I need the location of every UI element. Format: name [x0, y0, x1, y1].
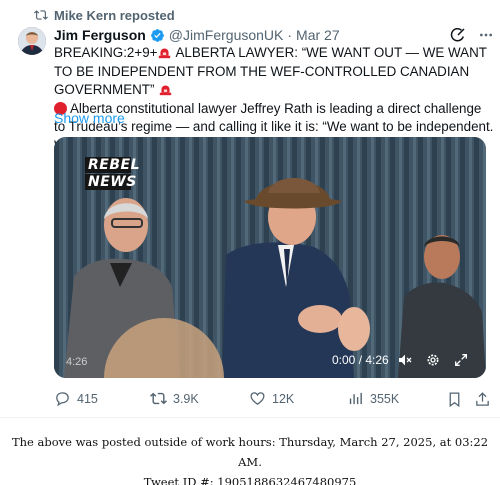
fullscreen-icon[interactable]: [453, 352, 469, 368]
video-duration-overlay: 4:26: [66, 356, 88, 368]
siren-emoji-icon: [159, 48, 171, 59]
logo-line1: REBEL: [85, 157, 140, 173]
views-count: 355K: [370, 391, 400, 406]
show-more-link[interactable]: Show more: [54, 110, 125, 126]
share-icon[interactable]: [474, 391, 491, 408]
footer-posted-time: The above was posted outside of work hou…: [11, 435, 489, 469]
heart-icon: [250, 392, 265, 405]
video-controls: 0:00 / 4:26: [332, 352, 481, 368]
reply-button[interactable]: 415: [54, 390, 98, 407]
avatar-image: [18, 27, 46, 55]
repost-indicator[interactable]: Mike Kern reposted: [34, 7, 175, 23]
more-options-icon[interactable]: [478, 27, 494, 43]
avatar[interactable]: [18, 27, 46, 55]
like-count: 12K: [272, 391, 295, 406]
like-button[interactable]: 12K: [249, 390, 294, 407]
divider: [0, 417, 500, 418]
grok-icon[interactable]: [449, 26, 467, 44]
repost-icon: [34, 10, 48, 20]
logo-line2: NEWS: [85, 174, 136, 190]
views-chart-icon: [349, 392, 362, 405]
tweet-text-part1: BREAKING:2+9+: [54, 45, 158, 60]
repost-action-icon: [150, 392, 167, 405]
repost-label: Mike Kern reposted: [54, 7, 175, 23]
verified-badge-icon: [150, 28, 164, 42]
volume-muted-icon[interactable]: [397, 352, 413, 368]
tweet-actions: 415 3.9K 12K 355K: [54, 390, 494, 410]
author-name[interactable]: Jim Ferguson: [54, 27, 146, 43]
footer-tweet-id: Tweet ID #: 1905188632467480975: [143, 475, 357, 485]
video-player[interactable]: REBEL NEWS 4:26 0:00 / 4:26: [54, 137, 486, 378]
rebel-news-logo: REBEL NEWS: [85, 157, 140, 191]
author-handle[interactable]: @JimFergusonUK: [169, 27, 284, 43]
siren-emoji-icon: [159, 85, 172, 96]
repost-button[interactable]: 3.9K: [150, 390, 199, 407]
separator-dot: ·: [287, 27, 293, 43]
video-time: 0:00 / 4:26: [332, 353, 389, 367]
reply-icon: [56, 392, 69, 407]
tweet-header: Jim Ferguson @JimFergusonUK · Mar 27: [54, 26, 340, 44]
footer-note: The above was posted outside of work hou…: [0, 432, 500, 485]
views-button[interactable]: 355K: [347, 390, 399, 407]
repost-count: 3.9K: [173, 391, 199, 406]
settings-gear-icon[interactable]: [425, 352, 441, 368]
bookmark-icon[interactable]: [446, 391, 463, 408]
tweet-date[interactable]: Mar 27: [296, 27, 340, 43]
reply-count: 415: [77, 391, 98, 406]
